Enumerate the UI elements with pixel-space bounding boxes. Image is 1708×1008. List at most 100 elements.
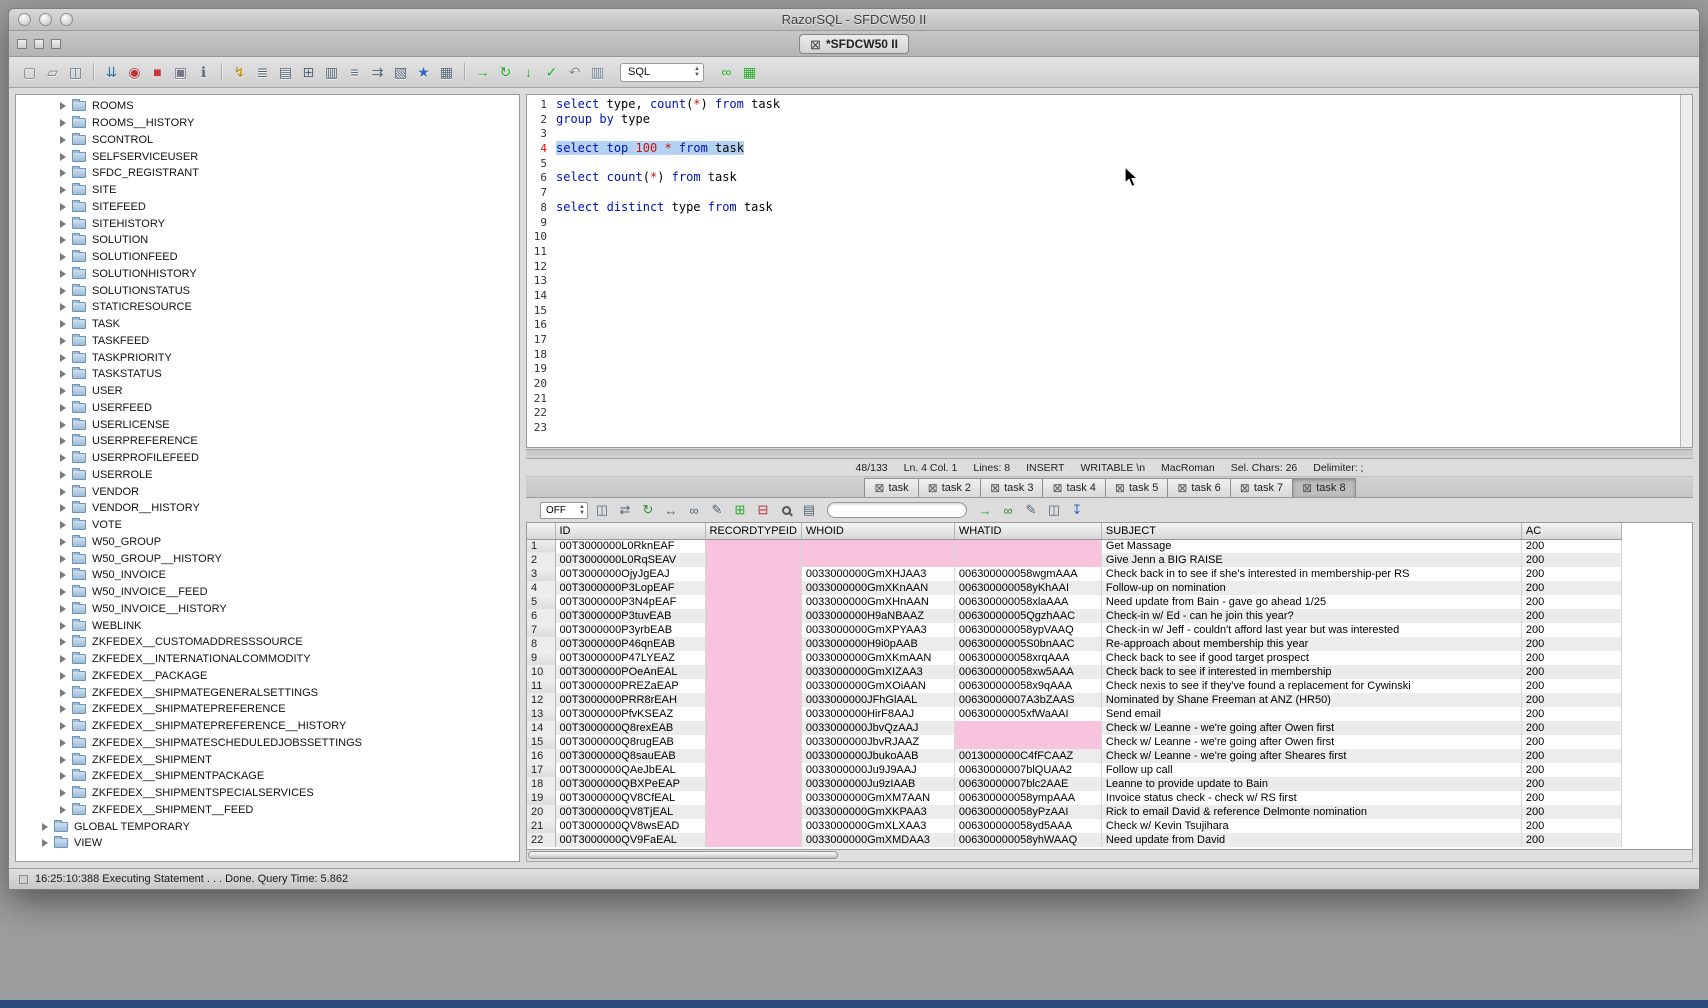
table-row[interactable]: 1800T3000000QBXPeEAP0033000000Ju9zIAAB00… <box>527 777 1621 791</box>
tree-item-view[interactable]: VIEW <box>16 835 519 852</box>
result-tab-task-3[interactable]: ⊠task 3 <box>980 478 1043 497</box>
tree-item-zkfedex-shipment-feed[interactable]: ZKFEDEX__SHIPMENT__FEED <box>16 802 519 819</box>
cell-id[interactable]: 00T3000000QV8TjEAL <box>555 805 705 819</box>
new-file-icon[interactable]: ▢ <box>19 62 40 83</box>
window-titlebar[interactable]: RazorSQL - SFDCW50 II <box>9 9 1699 31</box>
zoom-button[interactable] <box>60 13 73 26</box>
table-tree-panel[interactable]: ROOMSROOMS__HISTORYSCONTROLSELFSERVICEUS… <box>15 94 520 862</box>
sql-editor[interactable]: 1select type, count(*) from task2group b… <box>526 94 1693 448</box>
tree-item-w50-invoice-history[interactable]: W50_INVOICE__HISTORY <box>16 601 519 618</box>
cell-whatid[interactable] <box>954 735 1101 749</box>
cell-whatid[interactable]: 006300000058xrqAAA <box>954 651 1101 665</box>
result-tab-task-5[interactable]: ⊠task 5 <box>1105 478 1168 497</box>
cell-id[interactable]: 00T3000000POeAnEAL <box>555 665 705 679</box>
expand-triangle-icon[interactable] <box>60 555 66 563</box>
cell-whoid[interactable]: 0033000000JbukoAAB <box>801 749 954 763</box>
cell-id[interactable]: 00T3000000Q8sauEAB <box>555 749 705 763</box>
cell-recordtypeid[interactable] <box>705 819 801 833</box>
cell-recordtypeid[interactable] <box>705 791 801 805</box>
expand-triangle-icon[interactable] <box>42 823 48 831</box>
table-row[interactable]: 900T3000000P47LYEAZ0033000000GmXKmAAN006… <box>527 651 1621 665</box>
column-header-whatid[interactable]: WHATID <box>954 523 1101 539</box>
table-row[interactable]: 2000T3000000QV8TjEAL0033000000GmXKPAA300… <box>527 805 1621 819</box>
editor-hscrollbar[interactable] <box>526 449 1693 459</box>
statement-type-select[interactable]: SQL ▲▼ <box>620 63 704 82</box>
expand-triangle-icon[interactable] <box>60 102 66 110</box>
cell-whatid[interactable]: 00630000005S0bnAAC <box>954 637 1101 651</box>
cell-recordtypeid[interactable] <box>705 553 801 567</box>
connections-icon[interactable]: ∞ <box>716 62 737 83</box>
cell-ac[interactable]: 200 <box>1521 777 1621 791</box>
cell-ac[interactable]: 200 <box>1521 833 1621 847</box>
expand-triangle-icon[interactable] <box>60 236 66 244</box>
expand-triangle-icon[interactable] <box>60 153 66 161</box>
tree-item-taskfeed[interactable]: TASKFEED <box>16 333 519 350</box>
cell-ac[interactable]: 200 <box>1521 679 1621 693</box>
cell-recordtypeid[interactable] <box>705 735 801 749</box>
cell-whoid[interactable]: 0033000000H9aNBAAZ <box>801 609 954 623</box>
expand-triangle-icon[interactable] <box>60 169 66 177</box>
cell-id[interactable]: 00T3000000P47LYEAZ <box>555 651 705 665</box>
tree-item-userlicense[interactable]: USERLICENSE <box>16 416 519 433</box>
table-row[interactable]: 2100T3000000QV8wsEAD0033000000GmXLXAA300… <box>527 819 1621 833</box>
tab-close-icon[interactable]: ⊠ <box>874 482 884 494</box>
result-tab-task-7[interactable]: ⊠task 7 <box>1230 478 1293 497</box>
cell-recordtypeid[interactable] <box>705 567 801 581</box>
link-icon[interactable]: ∞ <box>685 501 703 519</box>
tree-item-staticresource[interactable]: STATICRESOURCE <box>16 299 519 316</box>
copy-icon[interactable]: ⊞ <box>298 62 319 83</box>
tree-item-zkfedex-shipmategeneralsettings[interactable]: ZKFEDEX__SHIPMATEGENERALSETTINGS <box>16 684 519 701</box>
cell-id[interactable]: 00T3000000L0RqSEAV <box>555 553 705 567</box>
cell-whoid[interactable]: 0033000000GmXKPAA3 <box>801 805 954 819</box>
create-object-icon[interactable]: ▣ <box>170 62 191 83</box>
export-results-icon[interactable]: ▤ <box>800 501 818 519</box>
cell-whatid[interactable]: 00630000007blQUAA2 <box>954 763 1101 777</box>
rollback-icon[interactable]: ↶ <box>564 62 585 83</box>
cell-recordtypeid[interactable] <box>705 623 801 637</box>
result-tab-task-2[interactable]: ⊠task 2 <box>918 478 981 497</box>
tree-item-zkfedex-internationalcommodity[interactable]: ZKFEDEX__INTERNATIONALCOMMODITY <box>16 651 519 668</box>
cell-id[interactable]: 00T3000000QV9FaEAL <box>555 833 705 847</box>
expand-triangle-icon[interactable] <box>60 638 66 646</box>
tree-item-task[interactable]: TASK <box>16 316 519 333</box>
tree-item-zkfedex-shipmentspecialservices[interactable]: ZKFEDEX__SHIPMENTSPECIALSERVICES <box>16 785 519 802</box>
result-tab-task-4[interactable]: ⊠task 4 <box>1042 478 1105 497</box>
tree-item-scontrol[interactable]: SCONTROL <box>16 132 519 149</box>
cell-subject[interactable]: Follow up call <box>1101 763 1521 777</box>
tree-item-vendor-history[interactable]: VENDOR__HISTORY <box>16 500 519 517</box>
cell-whatid[interactable]: 0013000000C4fFCAAZ <box>954 749 1101 763</box>
import-table-icon[interactable]: ⇊ <box>101 62 122 83</box>
expand-triangle-icon[interactable] <box>42 839 48 847</box>
tab-close-icon[interactable]: ⊠ <box>1052 482 1062 494</box>
result-tab-task-8[interactable]: ⊠task 8 <box>1292 478 1355 497</box>
expand-triangle-icon[interactable] <box>60 689 66 697</box>
cell-ac[interactable]: 200 <box>1521 567 1621 581</box>
cell-whoid[interactable]: 0033000000GmXIZAA3 <box>801 665 954 679</box>
cell-recordtypeid[interactable] <box>705 777 801 791</box>
cell-id[interactable]: 00T3000000OjyJgEAJ <box>555 567 705 581</box>
cell-ac[interactable]: 200 <box>1521 763 1621 777</box>
link-cells-icon[interactable]: ∞ <box>999 501 1017 519</box>
expand-triangle-icon[interactable] <box>60 287 66 295</box>
query-log-icon[interactable]: ▥ <box>587 62 608 83</box>
cell-recordtypeid[interactable] <box>705 707 801 721</box>
tree-item-solutionfeed[interactable]: SOLUTIONFEED <box>16 249 519 266</box>
expand-triangle-icon[interactable] <box>60 622 66 630</box>
cell-whoid[interactable]: 0033000000GmXMDAA3 <box>801 833 954 847</box>
expand-triangle-icon[interactable] <box>60 303 66 311</box>
tree-item-zkfedex-customaddresssource[interactable]: ZKFEDEX__CUSTOMADDRESSSOURCE <box>16 634 519 651</box>
cell-whatid[interactable] <box>954 539 1101 553</box>
expand-triangle-icon[interactable] <box>60 320 66 328</box>
view-contents-icon[interactable]: ▤ <box>275 62 296 83</box>
cell-recordtypeid[interactable] <box>705 637 801 651</box>
expand-triangle-icon[interactable] <box>60 705 66 713</box>
result-tab-task[interactable]: ⊠task <box>864 478 918 497</box>
cell-id[interactable]: 00T3000000P46qnEAB <box>555 637 705 651</box>
table-row[interactable]: 1200T3000000PRR8rEAH0033000000JFhGlAAL00… <box>527 693 1621 707</box>
cell-ac[interactable]: 200 <box>1521 805 1621 819</box>
cell-recordtypeid[interactable] <box>705 665 801 679</box>
cell-recordtypeid[interactable] <box>705 763 801 777</box>
cell-whoid[interactable]: 0033000000Ju9J9AAJ <box>801 763 954 777</box>
table-row[interactable]: 1900T3000000QV8CfEAL0033000000GmXM7AAN00… <box>527 791 1621 805</box>
cell-ac[interactable]: 200 <box>1521 651 1621 665</box>
